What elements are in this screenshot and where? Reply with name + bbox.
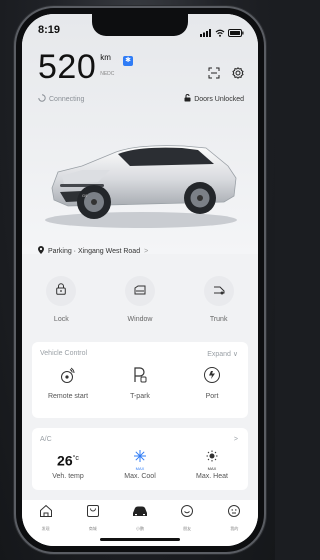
max-cool-button[interactable]: MAX Max. Cool: [105, 450, 175, 480]
qa-circle: [124, 276, 155, 306]
lock-button[interactable]: Lock: [26, 276, 96, 336]
range-display: 520 km NEDC: [38, 50, 114, 84]
tab-friends-label: 朋友: [183, 526, 192, 531]
max-heat-badge: MAX: [207, 466, 217, 471]
settings-gear-icon[interactable]: [232, 66, 244, 84]
lock-icon: [56, 282, 67, 300]
location-pin-icon: [38, 246, 44, 256]
range-value: 520: [38, 48, 97, 86]
remote-start-icon: [60, 366, 76, 389]
car-icon: [132, 504, 148, 523]
range-unit: km: [100, 53, 111, 62]
signal-icon: [200, 24, 212, 42]
tab-profile[interactable]: 我的: [214, 504, 254, 546]
battery-icon: [228, 24, 244, 42]
chevron-right-icon: >: [144, 247, 149, 255]
bluetooth-icon[interactable]: ✱: [123, 56, 133, 66]
profile-icon: [227, 504, 241, 523]
qa-circle: [46, 276, 77, 306]
trunk-label: Trunk: [209, 316, 228, 323]
remote-start-button[interactable]: Remote start: [33, 366, 103, 400]
store-icon: [86, 504, 100, 523]
status-bar: 8:19: [22, 14, 258, 42]
vehicle-control-items: Remote start T-park Port: [32, 366, 248, 400]
unlock-icon: [184, 94, 191, 104]
vehicle-temp-display: 26°c Veh. temp: [33, 450, 103, 480]
ac-temp-group: 26°c: [57, 450, 79, 469]
vehicle-control-card: Vehicle Control Expand ∨ Remote start T-…: [32, 342, 248, 418]
t-park-label: T-park: [130, 393, 150, 400]
car-badge: G9: [82, 193, 88, 198]
window-button[interactable]: Window: [105, 276, 175, 336]
range-unit-group: km NEDC: [100, 53, 114, 77]
app-screen: 8:19 520 km NEDC ✱ Connecting Doors Unlo…: [22, 14, 258, 546]
connection-status: Connecting: [38, 94, 84, 104]
tab-profile-label: 我的: [230, 526, 239, 531]
location-link[interactable]: Parking · Xingang West Road >: [38, 246, 148, 256]
ac-card: A/C > 26°c Veh. temp MAX Max. Cool MAX M…: [32, 428, 248, 490]
tab-discover[interactable]: 发现: [26, 504, 66, 546]
chat-icon: [180, 504, 194, 523]
tab-store-label: 商城: [88, 526, 97, 531]
window-label: Window: [127, 316, 153, 323]
door-status[interactable]: Doors Unlocked: [184, 94, 244, 104]
home-icon: [39, 504, 53, 523]
vehicle-temp-unit: °c: [72, 455, 79, 462]
snowflake-icon: [134, 450, 146, 462]
header-actions: [208, 66, 244, 84]
status-time: 8:19: [38, 24, 61, 36]
ac-items: 26°c Veh. temp MAX Max. Cool MAX Max. He…: [32, 450, 248, 480]
max-heat-button[interactable]: MAX Max. Heat: [177, 450, 247, 480]
sun-icon: [206, 450, 218, 462]
charge-port-icon: [203, 366, 221, 389]
max-cool-badge: MAX: [135, 466, 145, 471]
car-image[interactable]: G9: [38, 126, 244, 230]
system-icons: [200, 24, 244, 42]
max-heat-label: Max. Heat: [196, 473, 228, 480]
vehicle-temp-value: 26: [57, 452, 73, 469]
scan-icon[interactable]: [208, 66, 220, 84]
t-park-icon: [132, 366, 148, 389]
quick-actions: Lock Window Trunk: [22, 276, 258, 336]
door-status-text: Doors Unlocked: [194, 95, 244, 103]
qa-circle: [203, 276, 234, 306]
trunk-icon: [213, 282, 225, 300]
tab-car-label: 小鹏: [135, 526, 144, 531]
charge-port-label: Port: [205, 393, 219, 400]
range-standard: NEDC: [100, 71, 115, 77]
expand-button[interactable]: Expand ∨: [207, 350, 238, 358]
home-indicator: [100, 538, 180, 541]
window-icon: [134, 282, 146, 300]
trunk-button[interactable]: Trunk: [184, 276, 254, 336]
connection-text: Connecting: [49, 95, 85, 103]
lock-label: Lock: [53, 316, 69, 323]
charge-port-button[interactable]: Port: [177, 366, 247, 400]
location-text: Parking · Xingang West Road: [48, 247, 141, 255]
remote-start-label: Remote start: [47, 393, 89, 400]
wifi-icon: [215, 24, 225, 42]
t-park-button[interactable]: T-park: [105, 366, 175, 400]
ac-title: A/C: [40, 436, 52, 443]
vehicle-control-title: Vehicle Control: [40, 350, 88, 357]
max-cool-label: Max. Cool: [124, 473, 156, 480]
tab-discover-label: 发现: [41, 526, 50, 531]
camera-notch: [92, 14, 188, 36]
ac-more-chevron[interactable]: >: [234, 436, 238, 443]
vehicle-temp-label: Veh. temp: [52, 473, 84, 480]
loading-spinner-icon: [38, 94, 46, 104]
